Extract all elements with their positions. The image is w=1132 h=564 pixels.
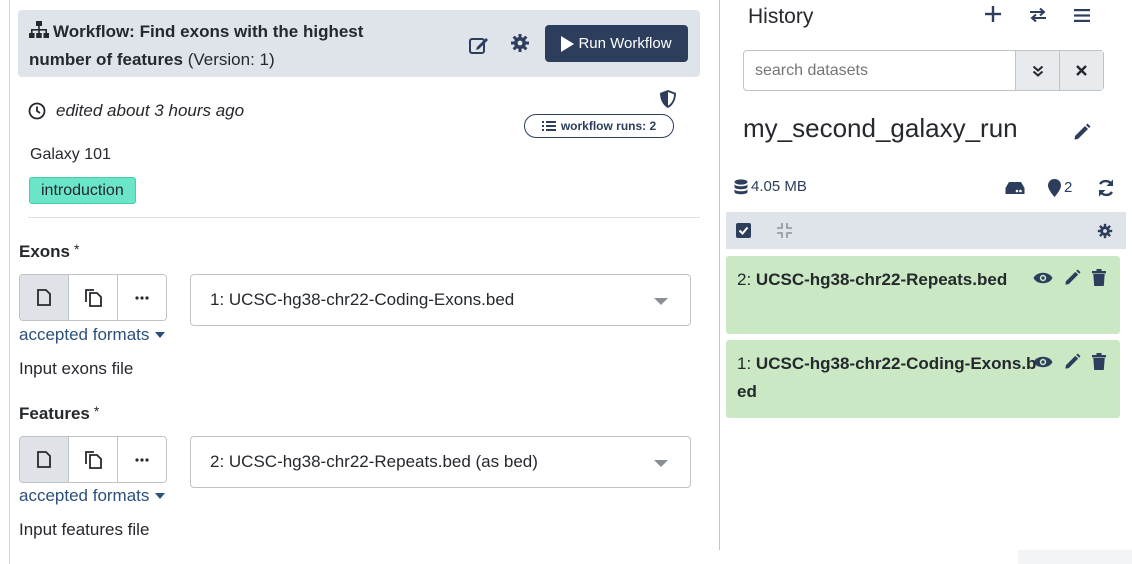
more-options-button[interactable] [118, 437, 166, 482]
pencil-icon[interactable] [1064, 353, 1081, 370]
plus-icon[interactable] [985, 6, 1001, 22]
storage-count: 2 [1064, 179, 1073, 196]
compress-icon[interactable] [777, 223, 792, 238]
switch-history-icon[interactable] [1029, 8, 1047, 22]
workflow-runs-label: workflow runs: 2 [560, 119, 657, 133]
ellipsis-icon [135, 457, 149, 462]
close-icon [1076, 65, 1087, 76]
history-size[interactable]: 4.05 MB [734, 178, 807, 195]
more-options-button[interactable] [118, 275, 166, 320]
hard-drive-icon[interactable] [1005, 181, 1025, 195]
copy-icon [84, 288, 102, 307]
shield-icon [660, 90, 676, 108]
double-chevron-down-icon [1032, 65, 1043, 77]
edited-info: edited about 3 hours ago [28, 101, 244, 121]
dataset-item[interactable]: 1: UCSC-hg38-chr22-Coding-Exons.bed [726, 340, 1120, 418]
file-icon [37, 451, 51, 468]
pencil-icon[interactable] [1073, 123, 1091, 141]
panel-divider[interactable] [719, 0, 720, 550]
workflow-run-panel: Workflow: Find exons with the highest nu… [10, 0, 710, 564]
features-dataset-select[interactable]: 2: UCSC-hg38-chr22-Repeats.bed (as bed) [190, 436, 691, 488]
list-icon [541, 121, 556, 131]
exons-dataset-select[interactable]: 1: UCSC-hg38-chr22-Coding-Exons.bed [190, 274, 691, 326]
history-title: History [748, 5, 814, 28]
param-help: Input features file [19, 520, 150, 539]
dataset-name: UCSC-hg38-chr22-Repeats.bed [755, 270, 1008, 289]
play-icon [561, 35, 575, 52]
sitemap-icon [29, 21, 49, 38]
accepted-formats-toggle[interactable]: accepted formats [19, 486, 166, 506]
pencil-icon[interactable] [1064, 269, 1081, 286]
multiple-datasets-button[interactable] [69, 437, 118, 482]
accepted-formats-label: accepted formats [19, 486, 150, 505]
trash-icon[interactable] [1092, 353, 1106, 370]
required-marker: * [93, 403, 100, 419]
caret-down-icon [155, 332, 166, 338]
run-workflow-label: Run Workflow [578, 35, 672, 52]
dataset-item[interactable]: 2: UCSC-hg38-chr22-Repeats.bed [726, 256, 1120, 334]
workflow-annotation: Galaxy 101 [30, 146, 111, 163]
dataset-title: 2: UCSC-hg38-chr22-Repeats.bed [737, 266, 1037, 294]
check-square-icon[interactable] [736, 223, 751, 238]
copy-icon [84, 450, 102, 469]
clock-icon [28, 102, 46, 120]
search-input[interactable] [744, 51, 1015, 90]
database-icon [734, 178, 748, 194]
search-datasets [743, 50, 1104, 91]
file-icon [37, 289, 51, 306]
workflow-title: Workflow: Find exons with the highest nu… [29, 18, 429, 74]
gear-icon[interactable] [1097, 223, 1113, 239]
param-label-exons: Exons * [19, 241, 79, 262]
chevron-down-icon [654, 460, 668, 467]
eye-icon[interactable] [1033, 355, 1053, 369]
dataset-name: UCSC-hg38-chr22-Coding-Exons.bed [737, 354, 1037, 401]
refresh-icon[interactable] [1097, 179, 1115, 197]
dataset-actions [1033, 269, 1106, 286]
advanced-search-button[interactable] [1015, 51, 1059, 90]
history-size-value: 4.05 MB [751, 178, 807, 195]
tag-introduction[interactable]: introduction [29, 177, 136, 204]
clear-search-button[interactable] [1059, 51, 1103, 90]
workflow-runs-badge[interactable]: workflow runs: 2 [524, 114, 674, 138]
param-help: Input exons file [19, 359, 134, 378]
param-label-text: Exons [19, 242, 71, 261]
workflow-header: Workflow: Find exons with the highest nu… [18, 10, 700, 77]
param-label-text: Features [19, 404, 90, 423]
corner-area [1018, 550, 1132, 564]
history-toolbar [726, 212, 1126, 249]
input-mode-buttons [19, 436, 167, 483]
ellipsis-icon [135, 295, 149, 300]
workflow-version: (Version: 1) [187, 50, 275, 69]
single-dataset-button[interactable] [20, 275, 69, 320]
dataset-hid: 1: [737, 354, 752, 373]
trash-icon[interactable] [1092, 269, 1106, 286]
history-name: my_second_galaxy_run [743, 113, 1018, 143]
required-marker: * [74, 241, 80, 257]
eye-icon[interactable] [1033, 271, 1053, 285]
dataset-title: 1: UCSC-hg38-chr22-Coding-Exons.bed [737, 350, 1037, 406]
single-dataset-button[interactable] [20, 437, 69, 482]
run-workflow-button[interactable]: Run Workflow [545, 25, 688, 62]
edited-text: edited about 3 hours ago [56, 101, 245, 120]
chevron-down-icon [654, 298, 668, 305]
select-value: 1: UCSC-hg38-chr22-Coding-Exons.bed [210, 290, 515, 309]
dataset-hid: 2: [737, 270, 752, 289]
input-mode-buttons [19, 274, 167, 321]
select-value: 2: UCSC-hg38-chr22-Repeats.bed (as bed) [210, 452, 538, 471]
dataset-actions [1033, 353, 1106, 370]
accepted-formats-label: accepted formats [19, 325, 150, 344]
divider [28, 217, 700, 218]
accepted-formats-toggle[interactable]: accepted formats [19, 325, 166, 345]
param-label-features: Features * [19, 403, 99, 424]
caret-down-icon [155, 493, 166, 499]
edit-icon[interactable] [468, 34, 490, 56]
menu-icon[interactable] [1074, 9, 1090, 22]
multiple-datasets-button[interactable] [69, 275, 118, 320]
map-marker-icon[interactable] [1048, 179, 1061, 197]
gear-icon[interactable] [510, 33, 530, 53]
